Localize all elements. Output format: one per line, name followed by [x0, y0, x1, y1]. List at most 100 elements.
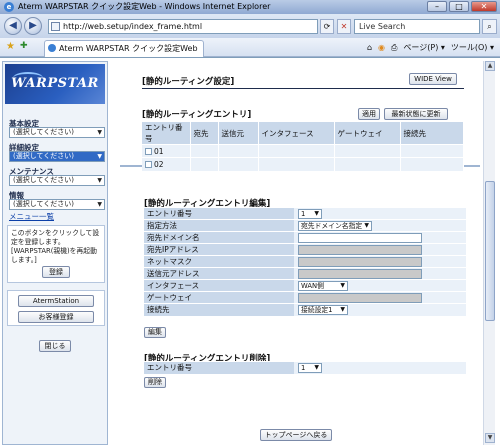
chevron-down-icon: ▼: [314, 363, 319, 371]
add-favorite-icon[interactable]: ✚: [20, 41, 28, 51]
edit-delete-panel: [静的ルーティングエントリ編集] エントリ番号 1 ▼ 指定方法 宛先ドメイン名指…: [120, 171, 480, 445]
field-label: インタフェース: [144, 279, 294, 292]
column-header: ゲートウェイ: [334, 122, 401, 145]
interface-select[interactable]: WAN側 ▼: [298, 280, 348, 291]
method-select[interactable]: 宛先ドメイン名指定 ▼: [298, 220, 372, 231]
column-header: エントリ番号: [142, 122, 191, 145]
entries-title: [静的ルーティングエントリ]: [142, 110, 252, 120]
scroll-up-icon[interactable]: ▲: [485, 61, 495, 71]
entry-number-select[interactable]: 1 ▼: [298, 208, 322, 219]
domain-name-input[interactable]: [298, 232, 422, 243]
search-icon[interactable]: ⌕: [482, 19, 497, 34]
close-icon[interactable]: ✕: [471, 1, 497, 12]
field-label: ネットマスク: [144, 255, 294, 268]
table-row: 02: [142, 157, 464, 171]
chevron-down-icon: ▼: [340, 281, 345, 289]
aterm-station-button[interactable]: AtermStation: [18, 295, 94, 307]
row-checkbox[interactable]: [145, 160, 152, 168]
column-header: 宛先: [190, 122, 219, 145]
field-label: エントリ番号: [144, 361, 294, 374]
tab-title: Aterm WARPSTAR クイック設定Web: [59, 44, 198, 53]
address-field[interactable]: http://web.setup/index_frame.html: [48, 19, 318, 34]
title-divider: [142, 88, 464, 89]
stop-icon[interactable]: ✕: [337, 19, 351, 34]
minimize-icon[interactable]: –: [427, 1, 447, 12]
field-label: 宛先IPアドレス: [144, 243, 294, 256]
refresh-icon[interactable]: ⟳: [320, 19, 334, 34]
row-checkbox[interactable]: [145, 147, 152, 155]
url-text: http://web.setup/index_frame.html: [63, 22, 203, 31]
field-label: 接続先: [144, 303, 294, 316]
links-box: AtermStation お客様登録: [7, 290, 105, 326]
delete-form: エントリ番号 1 ▼: [144, 361, 466, 374]
feeds-icon[interactable]: ◉: [378, 41, 385, 54]
field-label: 送信元アドレス: [144, 267, 294, 280]
gateway-input: [298, 292, 422, 303]
chevron-down-icon: ▼: [97, 177, 102, 184]
wide-view-button[interactable]: WIDE View: [409, 73, 457, 85]
field-label: 指定方法: [144, 219, 294, 232]
window-title-bar: e Aterm WARPSTAR クイック設定Web - Windows Int…: [0, 0, 500, 14]
menu-list-link[interactable]: メニュー一覧: [9, 211, 54, 222]
warpstar-logo: WARPSTAR: [5, 64, 105, 104]
advanced-settings-select[interactable]: (選択してください) ▼: [9, 151, 105, 162]
column-header: インタフェース: [258, 122, 335, 145]
page-icon: [51, 22, 60, 31]
netmask-input: [298, 256, 422, 267]
register-note: このボタンをクリックして設定を登録します。[WARPSTAR(親機)を再起動しま…: [11, 229, 100, 264]
back-icon[interactable]: ◀: [4, 17, 22, 35]
page-title: [静的ルーティング設定]: [142, 77, 235, 87]
ie-logo-icon: e: [4, 2, 14, 12]
table-row: 01: [142, 144, 464, 158]
scroll-down-icon[interactable]: ▼: [485, 433, 495, 443]
page-menu[interactable]: ページ(P) ▾: [403, 41, 444, 54]
maintenance-select[interactable]: (選択してください) ▼: [9, 175, 105, 186]
print-icon[interactable]: ⎙: [391, 41, 397, 54]
chevron-down-icon: ▼: [97, 201, 102, 208]
scroll-thumb[interactable]: [485, 181, 495, 321]
favorites-star-icon[interactable]: ★: [6, 41, 15, 52]
delete-entry-select[interactable]: 1 ▼: [298, 362, 322, 373]
routing-entries-panel: [静的ルーティング設定] WIDE View [静的ルーティングエントリ] 適用…: [120, 61, 480, 171]
forward-icon[interactable]: ▶: [24, 17, 42, 35]
home-icon[interactable]: ⌂: [367, 41, 372, 54]
dest-ip-input: [298, 244, 422, 255]
tools-menu[interactable]: ツール(O) ▾: [451, 41, 494, 54]
search-input[interactable]: Live Search: [354, 19, 480, 34]
main-frame: [静的ルーティング設定] WIDE View [静的ルーティングエントリ] 適用…: [120, 61, 480, 445]
routing-entries-table: エントリ番号 宛先 送信元 インタフェース ゲートウェイ 接続先 01 02: [142, 122, 464, 171]
column-header: 接続先: [400, 122, 464, 145]
field-label: 宛先ドメイン名: [144, 231, 294, 244]
sidebar: WARPSTAR 基本設定 (選択してください) ▼ 詳細設定 (選択してください…: [2, 61, 108, 445]
tab-bar: ★ ✚ Aterm WARPSTAR クイック設定Web ⌂ ◉ ⎙ ページ(P…: [0, 38, 500, 57]
edit-form: エントリ番号 1 ▼ 指定方法 宛先ドメイン名指定 ▼ 宛先ドメイン名 宛先IPアド…: [144, 207, 466, 316]
maximize-icon[interactable]: □: [449, 1, 469, 12]
address-tools: ⟳ ✕: [320, 19, 351, 34]
logo-swoosh-icon: [13, 72, 43, 84]
chevron-down-icon: ▼: [97, 153, 102, 160]
apply-button[interactable]: 適用: [358, 108, 380, 120]
page-content: WARPSTAR 基本設定 (選択してください) ▼ 詳細設定 (選択してください…: [0, 57, 500, 447]
edit-button[interactable]: 編集: [144, 327, 166, 338]
chevron-down-icon: ▼: [97, 129, 102, 136]
vertical-scrollbar[interactable]: ▲ ▼: [483, 61, 495, 445]
browser-tab[interactable]: Aterm WARPSTAR クイック設定Web: [44, 40, 204, 57]
refresh-status-button[interactable]: 最新状態に更新: [384, 108, 448, 120]
close-button[interactable]: 閉じる: [39, 340, 71, 352]
chevron-down-icon: ▼: [364, 221, 369, 229]
back-to-top-button[interactable]: トップページへ戻る: [260, 429, 332, 441]
chevron-down-icon: ▼: [340, 305, 345, 313]
info-select[interactable]: (選択してください) ▼: [9, 199, 105, 210]
customer-register-button[interactable]: お客様登録: [18, 311, 94, 323]
field-label: ゲートウェイ: [144, 291, 294, 304]
connection-select[interactable]: 接続設定1 ▼: [298, 304, 348, 315]
window-title: Aterm WARPSTAR クイック設定Web - Windows Inter…: [18, 2, 271, 11]
basic-settings-select[interactable]: (選択してください) ▼: [9, 127, 105, 138]
address-toolbar: ◀ ▶ http://web.setup/index_frame.html ⟳ …: [0, 14, 500, 38]
table-header-row: エントリ番号 宛先 送信元 インタフェース ゲートウェイ 接続先: [142, 122, 464, 145]
delete-button[interactable]: 削除: [144, 377, 166, 388]
field-label: エントリ番号: [144, 207, 294, 220]
chevron-down-icon: ▼: [314, 209, 319, 217]
column-header: 送信元: [218, 122, 259, 145]
register-button[interactable]: 登録: [42, 266, 70, 278]
